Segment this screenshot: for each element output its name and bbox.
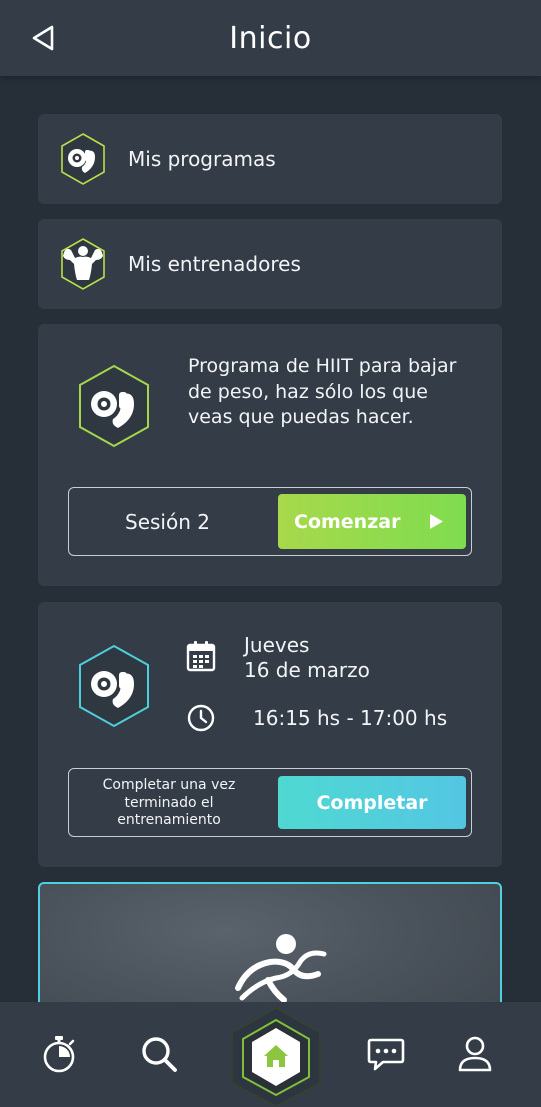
program-hex-icon — [61, 133, 105, 185]
page-title: Inicio — [229, 20, 312, 56]
timer-icon[interactable] — [39, 1034, 79, 1074]
menu-item-programs[interactable]: Mis programas — [38, 114, 502, 204]
menu-label-trainers: Mis entrenadores — [128, 252, 301, 276]
program-card: Programa de HIIT para bajar de peso, haz… — [38, 324, 502, 586]
play-icon — [430, 514, 443, 529]
profile-icon[interactable] — [455, 1034, 495, 1074]
schedule-badge-icon — [79, 644, 149, 728]
schedule-card: Jueves 16 de marzo 16:15 hs - 17:00 hs C… — [38, 602, 502, 867]
complete-note: Completar una vez terminado el entrenami… — [102, 777, 236, 828]
calendar-icon — [186, 641, 216, 672]
complete-button[interactable]: Completar — [278, 776, 466, 829]
trainer-hex-icon — [61, 238, 105, 290]
schedule-date: 16 de marzo — [244, 658, 370, 682]
program-description: Programa de HIIT para bajar de peso, haz… — [188, 355, 457, 428]
menu-item-trainers[interactable]: Mis entrenadores — [38, 219, 502, 309]
back-icon[interactable] — [28, 22, 60, 54]
program-badge-icon — [79, 364, 149, 448]
search-icon[interactable] — [139, 1034, 179, 1074]
menu-label-programs: Mis programas — [128, 147, 276, 171]
runner-logo-icon — [235, 934, 327, 1003]
schedule-day: Jueves — [244, 633, 310, 657]
start-button[interactable]: Comenzar — [278, 494, 466, 549]
start-button-label: Comenzar — [294, 510, 401, 533]
app-screen: Inicio Mis programas Mis entrenadores Pr… — [0, 0, 541, 1107]
clock-icon — [187, 704, 215, 732]
home-icon[interactable] — [229, 1006, 323, 1107]
complete-row: Completar una vez terminado el entrenami… — [68, 768, 472, 837]
schedule-time: 16:15 hs - 17:00 hs — [253, 706, 448, 730]
session-label: Sesión 2 — [125, 510, 210, 534]
chat-icon[interactable] — [366, 1034, 406, 1074]
bottom-nav — [0, 1002, 541, 1107]
top-bar: Inicio — [0, 0, 541, 76]
session-row: Sesión 2 Comenzar — [68, 487, 472, 556]
complete-button-label: Completar — [316, 791, 428, 814]
